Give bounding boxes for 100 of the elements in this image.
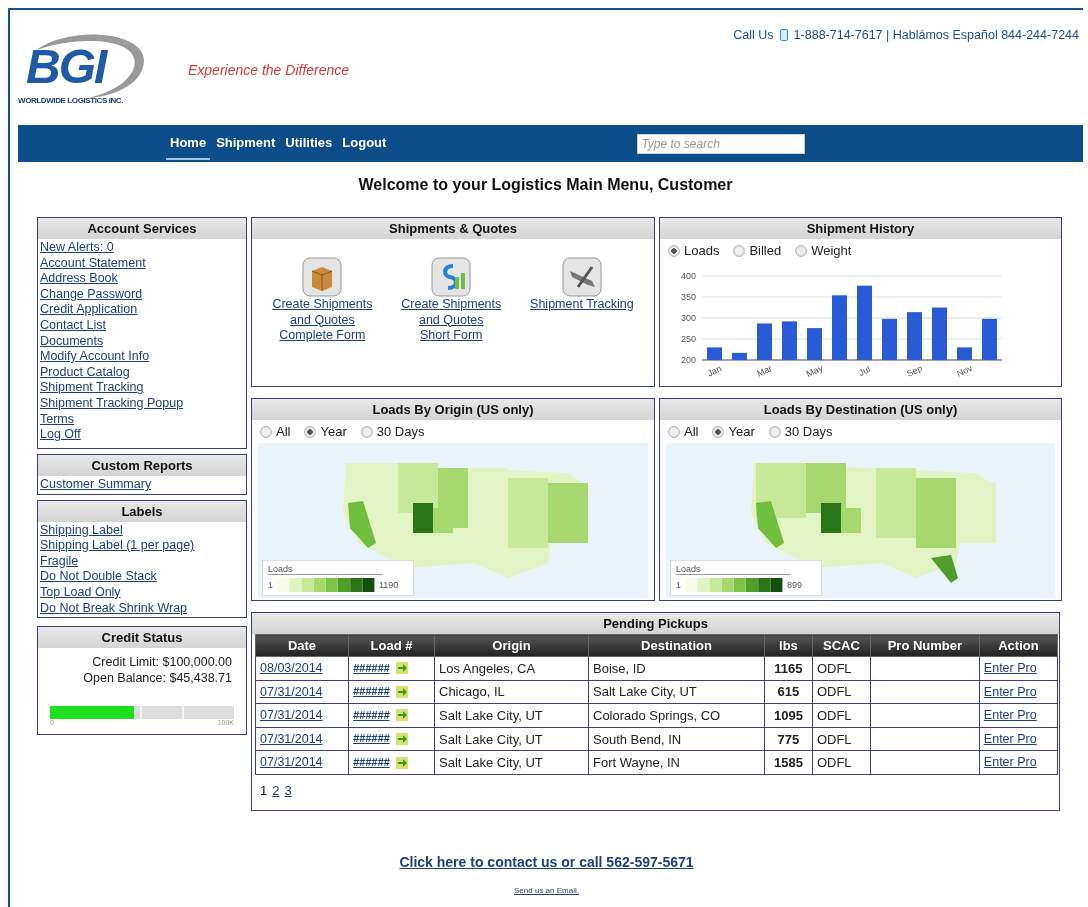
arrow-icon[interactable] (395, 709, 408, 722)
radio-option[interactable]: Loads (668, 243, 720, 258)
table-cell: 775 (764, 727, 813, 751)
enter-pro-link[interactable]: Enter Pro (983, 755, 1037, 770)
account-link[interactable]: Account Statement (40, 255, 244, 272)
enter-pro-link[interactable]: Enter Pro (983, 731, 1037, 746)
label-link[interactable]: Fragile (40, 553, 244, 570)
date-link[interactable]: 07/31/2014 (260, 755, 323, 770)
load-link[interactable]: ###### (353, 684, 390, 700)
legend-max: 899 (787, 580, 803, 590)
chart-bar (907, 312, 922, 360)
account-link[interactable]: New Alerts: 0 (40, 240, 244, 256)
date-link[interactable]: 07/31/2014 (260, 708, 323, 723)
chart-bar (882, 318, 897, 360)
enter-pro-link[interactable]: Enter Pro (983, 684, 1037, 699)
dollar-chart-icon[interactable] (431, 257, 472, 297)
action-link[interactable]: Create Shipments and Quotes Short Form (401, 297, 502, 344)
nav-link[interactable]: Home (166, 127, 211, 160)
legend-min: 1 (676, 580, 681, 590)
load-link[interactable]: ###### (353, 707, 390, 724)
table-cell: ODFL (812, 680, 871, 704)
page-link[interactable]: 3 (284, 782, 292, 798)
account-link[interactable]: Documents (40, 333, 244, 350)
account-link[interactable]: Change Password (40, 286, 244, 303)
axis-label: 350 (680, 292, 696, 302)
nav-link[interactable]: Utilities (281, 127, 337, 160)
axis-label: 250 (680, 334, 696, 344)
label-link[interactable]: Shipping Label (40, 522, 244, 539)
column-header: Pro Number (870, 634, 980, 657)
arrow-icon[interactable] (395, 733, 408, 746)
table-cell: 1165 (764, 656, 813, 681)
table-cell: Los Angeles, CA (434, 656, 589, 681)
account-link[interactable]: Log Off (40, 427, 244, 443)
column-header: SCAC (812, 634, 871, 657)
radio-option[interactable]: Year (712, 424, 755, 439)
arrow-icon[interactable] (395, 662, 408, 675)
table-cell: Salt Lake City, UT (588, 680, 765, 704)
column-header: Action (979, 634, 1058, 657)
panel-title: Shipment History (660, 218, 1061, 239)
panel-title: Account Services (38, 218, 246, 239)
radio-option[interactable]: All (260, 424, 291, 439)
radio-option[interactable]: 30 Days (360, 424, 425, 439)
account-link[interactable]: Credit Application (40, 302, 244, 318)
table-cell: ODFL (812, 656, 871, 681)
account-link[interactable]: Modify Account Info (40, 349, 244, 365)
call-label: Call Us (733, 28, 774, 42)
radio-option[interactable]: Year (304, 424, 347, 439)
page-link[interactable]: 2 (272, 782, 280, 798)
action-link[interactable]: Shipment Tracking (530, 297, 634, 313)
action-link[interactable]: Create Shipments and Quotes Complete Form (272, 297, 373, 344)
credit-limit: Credit Limit: $100,000.00 (91, 654, 232, 671)
load-link[interactable]: ###### (353, 731, 390, 747)
panel-title: Credit Status (38, 627, 246, 649)
logo-subtitle: WORLDWIDE LOGISTICS INC. (18, 96, 124, 105)
nav-link[interactable]: Logout (338, 127, 391, 160)
tagline: Experience the Difference (188, 62, 350, 78)
table-cell: Fort Wayne, IN (588, 750, 765, 775)
radio-option[interactable]: Billed (733, 243, 782, 258)
contact-link[interactable]: Click here to contact us or call 562-597-5671 (399, 853, 694, 870)
label-link[interactable]: Do Not Break Shrink Wrap (40, 600, 244, 617)
radio-option[interactable]: 30 Days (768, 424, 833, 439)
account-link[interactable]: Shipment Tracking (40, 380, 244, 396)
load-link[interactable]: ###### (353, 754, 390, 771)
chart-bar (832, 295, 847, 360)
table-cell: Chicago, IL (434, 680, 589, 704)
label-link[interactable]: Shipping Label (1 per page) (40, 538, 244, 554)
arrow-icon[interactable] (395, 685, 408, 698)
axis-label: Nov (955, 363, 974, 379)
table-cell: ODFL (812, 703, 871, 728)
radio-option[interactable]: All (668, 424, 699, 439)
label-link[interactable]: Top Load Only (40, 584, 244, 601)
account-link[interactable]: Terms (40, 411, 244, 428)
enter-pro-link[interactable]: Enter Pro (983, 708, 1037, 723)
account-link[interactable]: Address Book (40, 271, 244, 287)
enter-pro-link[interactable]: Enter Pro (983, 661, 1037, 675)
load-link[interactable]: ###### (353, 660, 390, 677)
report-link[interactable]: Customer Summary (40, 477, 244, 493)
nav-link[interactable]: Shipment (212, 127, 280, 160)
table-cell: South Bend, IN (588, 727, 765, 751)
account-link[interactable]: Product Catalog (40, 364, 244, 381)
page-link[interactable]: 1 (260, 782, 268, 798)
chart-bar (982, 318, 997, 360)
table-cell: ODFL (812, 750, 871, 775)
account-link[interactable]: Shipment Tracking Popup (40, 395, 244, 412)
date-link[interactable]: 07/31/2014 (260, 684, 323, 699)
chart-bar (932, 307, 947, 360)
chart-bar (707, 347, 722, 360)
date-link[interactable]: 07/31/2014 (260, 731, 323, 746)
table-cell: 1095 (764, 703, 813, 728)
label-link[interactable]: Do Not Double Stack (40, 569, 244, 585)
axis-label: 400 (680, 271, 696, 281)
axis-label: Jul (857, 364, 872, 378)
account-link[interactable]: Contact List (40, 317, 244, 334)
search-field[interactable]: Type to search (637, 133, 806, 154)
date-link[interactable]: 08/03/2014 (260, 661, 323, 675)
radio-option[interactable]: Weight (795, 243, 852, 258)
box-icon[interactable] (302, 257, 343, 297)
table-cell: 1585 (764, 750, 813, 775)
email-link[interactable]: Send us an Email. (514, 885, 579, 895)
arrow-icon[interactable] (395, 756, 408, 769)
